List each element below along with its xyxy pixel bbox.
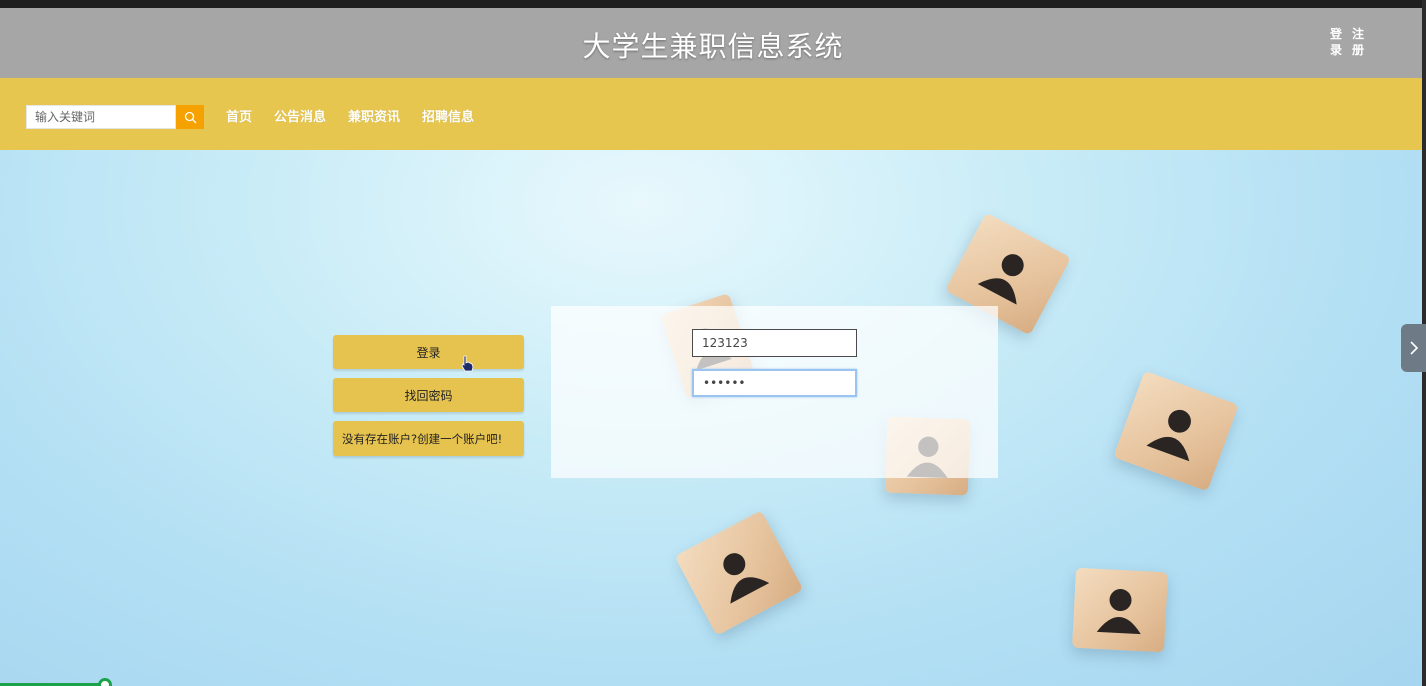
register-account-label: 没有存在账户?创建一个账户吧! — [342, 431, 503, 446]
search-input[interactable] — [26, 105, 176, 129]
search-icon — [184, 111, 196, 123]
nav-parttime-news[interactable]: 兼职资讯 — [348, 106, 400, 125]
site-title: 大学生兼职信息系统 — [582, 30, 844, 63]
person-cube — [1113, 370, 1239, 492]
password-field[interactable] — [692, 369, 857, 397]
person-icon — [1096, 589, 1141, 635]
login-link[interactable]: 登录 — [1330, 26, 1342, 58]
browser-top-bar — [0, 0, 1426, 8]
bottom-progress-knob[interactable] — [98, 678, 112, 686]
cursor-hand-icon — [461, 355, 474, 372]
person-cube — [1071, 567, 1169, 653]
chevron-right-icon — [1409, 341, 1418, 355]
register-link[interactable]: 注册 — [1352, 26, 1364, 58]
nav-recruitment[interactable]: 招聘信息 — [422, 106, 474, 125]
login-button-label: 登录 — [416, 345, 441, 360]
forgot-password-button[interactable]: 找回密码 — [333, 378, 524, 412]
nav-announcements[interactable]: 公告消息 — [274, 106, 326, 125]
login-button[interactable]: 登录 — [333, 335, 524, 372]
person-icon — [977, 254, 1024, 305]
main-nav: 首页 公告消息 兼职资讯 招聘信息 — [0, 78, 1422, 150]
search-button[interactable] — [176, 105, 204, 129]
auth-links: 登录 注册 — [1330, 26, 1364, 58]
forgot-password-label: 找回密码 — [404, 388, 453, 403]
person-icon — [1146, 409, 1191, 462]
person-cube — [674, 510, 804, 636]
register-account-button[interactable]: 没有存在账户?创建一个账户吧! — [333, 421, 524, 456]
nav-links: 首页 公告消息 兼职资讯 招聘信息 — [226, 106, 474, 125]
person-icon — [723, 553, 770, 604]
site-header: 大学生兼职信息系统 登录 注册 — [0, 8, 1426, 78]
nav-home[interactable]: 首页 — [226, 106, 252, 125]
username-field[interactable] — [692, 329, 857, 357]
side-toggle-button[interactable] — [1401, 324, 1426, 372]
